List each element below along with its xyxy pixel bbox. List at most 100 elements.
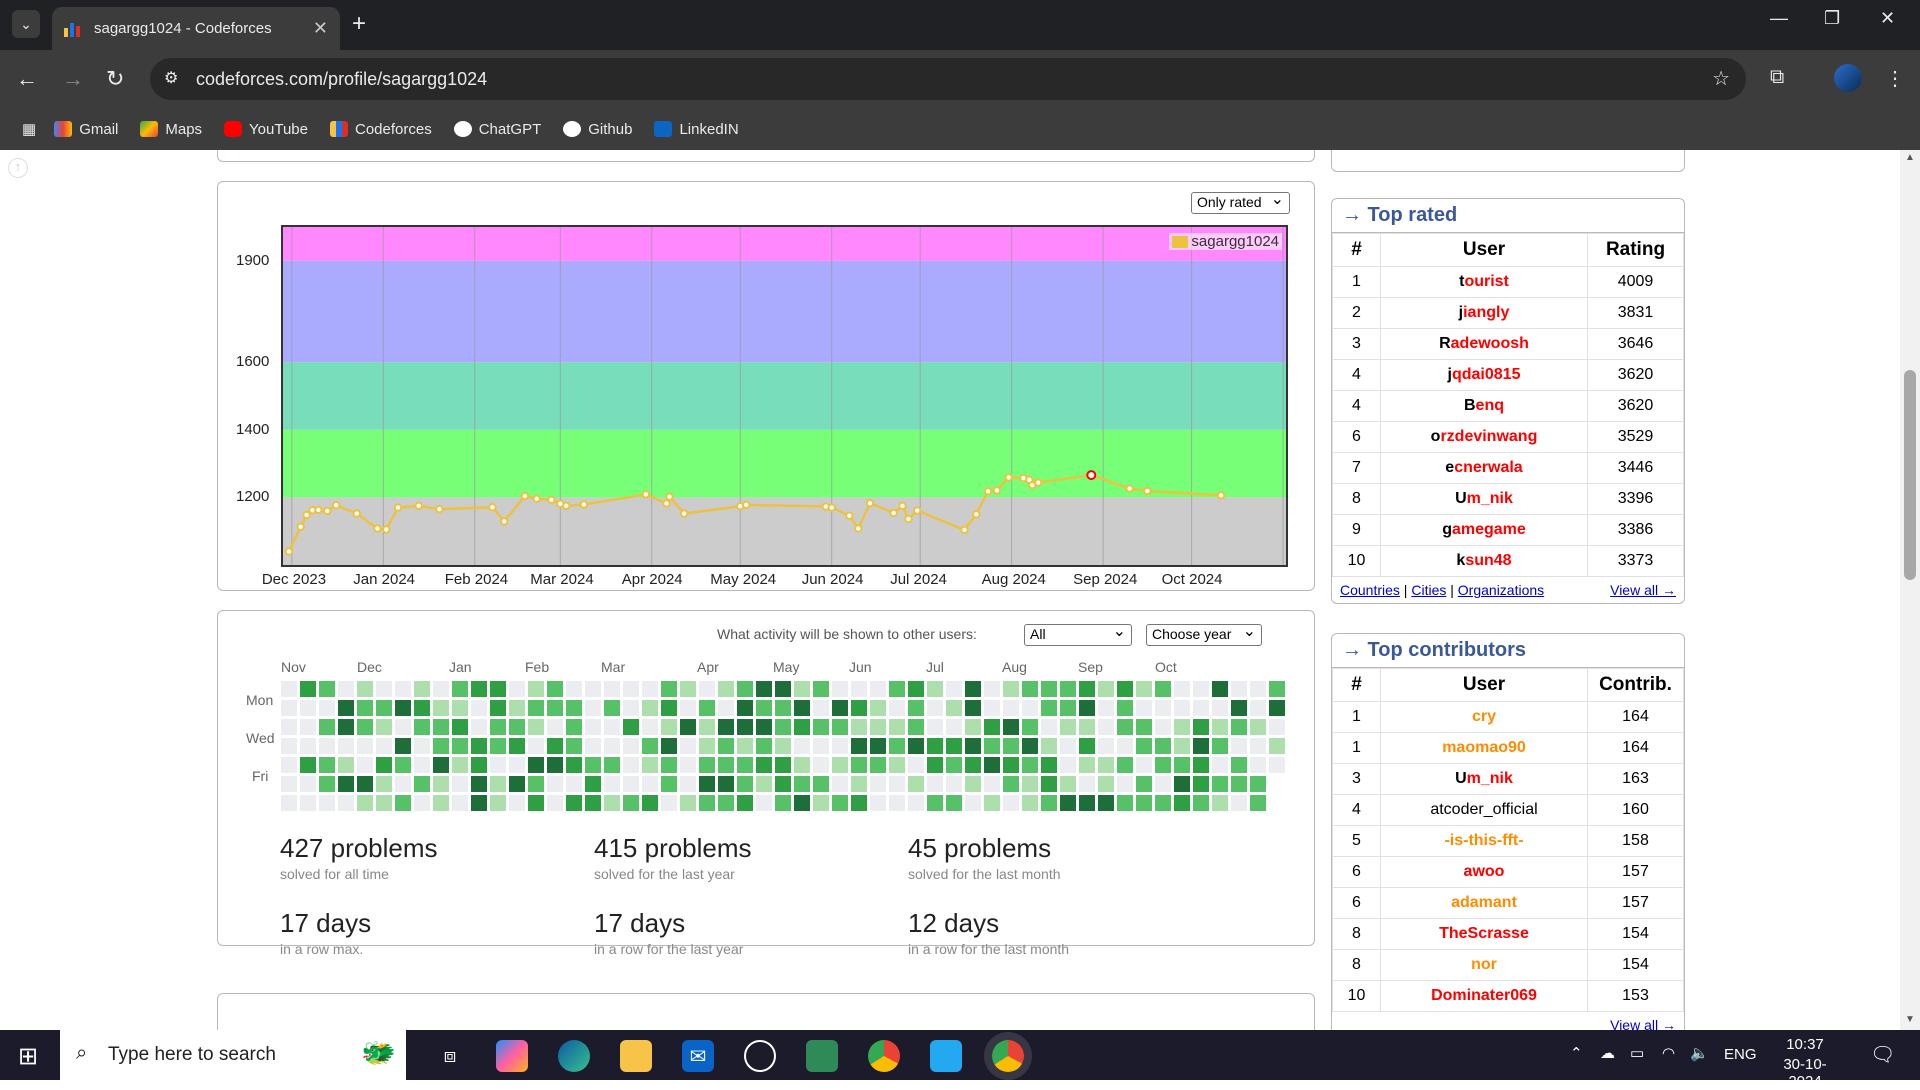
heatmap-cell[interactable] [376,700,392,716]
user-cell[interactable]: cry [1380,701,1588,733]
heatmap-cell[interactable] [1060,738,1076,754]
rating-point[interactable] [488,503,497,512]
heatmap-cell[interactable] [338,738,354,754]
heatmap-cell[interactable] [946,681,962,697]
heatmap-cell[interactable] [1098,681,1114,697]
heatmap-cell[interactable] [851,700,867,716]
bookmark-gmail[interactable]: Gmail [54,121,118,138]
heatmap-cell[interactable] [1231,757,1247,773]
scrollbar-thumb[interactable] [1904,370,1916,580]
heatmap-cell[interactable] [490,700,506,716]
heatmap-cell[interactable] [414,719,430,735]
heatmap-cell[interactable] [984,681,1000,697]
heatmap-cell[interactable] [1174,700,1190,716]
heatmap-cell[interactable] [319,757,335,773]
heatmap-cell[interactable] [395,700,411,716]
user-cell[interactable]: TheScrasse [1380,918,1588,950]
heatmap-cell[interactable] [1174,776,1190,792]
heatmap-cell[interactable] [680,776,696,792]
heatmap-cell[interactable] [338,700,354,716]
heatmap-cell[interactable] [946,757,962,773]
heatmap-cell[interactable] [414,795,430,811]
heatmap-cell[interactable] [908,757,924,773]
heatmap-cell[interactable] [623,738,639,754]
heatmap-cell[interactable] [680,795,696,811]
heatmap-cell[interactable] [547,700,563,716]
reload-icon[interactable]: ↻ [106,66,124,92]
heatmap-cell[interactable] [832,738,848,754]
heatmap-cell[interactable] [1212,738,1228,754]
heatmap-cell[interactable] [623,757,639,773]
heatmap-cell[interactable] [1136,700,1152,716]
bookmark-linkedin[interactable]: LinkedIN [654,121,739,138]
mail-icon[interactable]: ✉ [682,1040,714,1072]
heatmap-cell[interactable] [1155,700,1171,716]
heatmap-cell[interactable] [984,719,1000,735]
heatmap-cell[interactable] [1155,738,1171,754]
heatmap-cell[interactable] [1041,719,1057,735]
heatmap-cell[interactable] [1212,795,1228,811]
rating-point[interactable] [331,500,341,510]
rating-point[interactable] [500,517,509,526]
user-cell[interactable]: -is-this-fft- [1380,825,1588,857]
heatmap-cell[interactable] [338,795,354,811]
heatmap-cell[interactable] [1060,757,1076,773]
rating-point[interactable] [1125,484,1134,493]
heatmap-cell[interactable] [794,719,810,735]
view-all-rated-link[interactable]: View all → [1610,582,1676,598]
heatmap-cell[interactable] [395,681,411,697]
heatmap-cell[interactable] [300,700,316,716]
heatmap-cell[interactable] [1193,738,1209,754]
heatmap-cell[interactable] [566,776,582,792]
heatmap-cell[interactable] [585,719,601,735]
user-cell[interactable]: gamegame [1380,514,1588,546]
rating-point[interactable] [382,525,391,534]
heatmap-cell[interactable] [509,738,525,754]
heatmap-cell[interactable] [357,738,373,754]
heatmap-cell[interactable] [965,700,981,716]
heatmap-cell[interactable] [1060,719,1076,735]
heatmap-cell[interactable] [528,719,544,735]
user-cell[interactable]: jiangly [1380,297,1588,329]
heatmap-cell[interactable] [813,681,829,697]
heatmap-cell[interactable] [1174,738,1190,754]
user-cell[interactable]: ecnerwala [1380,452,1588,484]
top-rated-title[interactable]: → Top rated [1332,199,1684,233]
heatmap-cell[interactable] [376,795,392,811]
heatmap-cell[interactable] [794,757,810,773]
heatmap-cell[interactable] [357,757,373,773]
heatmap-cell[interactable] [661,776,677,792]
heatmap-cell[interactable] [718,738,734,754]
heatmap-cell[interactable] [338,776,354,792]
scroll-up-icon[interactable]: ▲ [1905,152,1915,163]
volume-icon[interactable]: 🔈 [1690,1044,1709,1062]
heatmap-cell[interactable] [490,719,506,735]
heatmap-cell[interactable] [281,795,297,811]
heatmap-cell[interactable] [1079,738,1095,754]
heatmap-cell[interactable] [509,719,525,735]
heatmap-cell[interactable] [566,719,582,735]
heatmap-cell[interactable] [1250,681,1266,697]
heatmap-cell[interactable] [547,719,563,735]
heatmap-cell[interactable] [889,757,905,773]
heatmap-cell[interactable] [927,776,943,792]
rating-point[interactable] [680,509,689,518]
heatmap-cell[interactable] [452,700,468,716]
heatmap-cell[interactable] [528,795,544,811]
heatmap-cell[interactable] [1003,738,1019,754]
notifications-icon[interactable]: 🗨 [1870,1042,1895,1067]
close-window-icon[interactable]: ✕ [1880,8,1895,29]
heatmap-cell[interactable] [794,776,810,792]
heatmap-cell[interactable] [604,795,620,811]
heatmap-cell[interactable] [1231,700,1247,716]
bookmark-maps[interactable]: Maps [140,121,202,138]
heatmap-cell[interactable] [927,719,943,735]
heatmap-cell[interactable] [927,681,943,697]
heatmap-cell[interactable] [566,700,582,716]
heatmap-cell[interactable] [661,757,677,773]
heatmap-cell[interactable] [319,738,335,754]
heatmap-cell[interactable] [965,681,981,697]
heatmap-cell[interactable] [1117,719,1133,735]
heatmap-cell[interactable] [300,738,316,754]
heatmap-cell[interactable] [319,776,335,792]
